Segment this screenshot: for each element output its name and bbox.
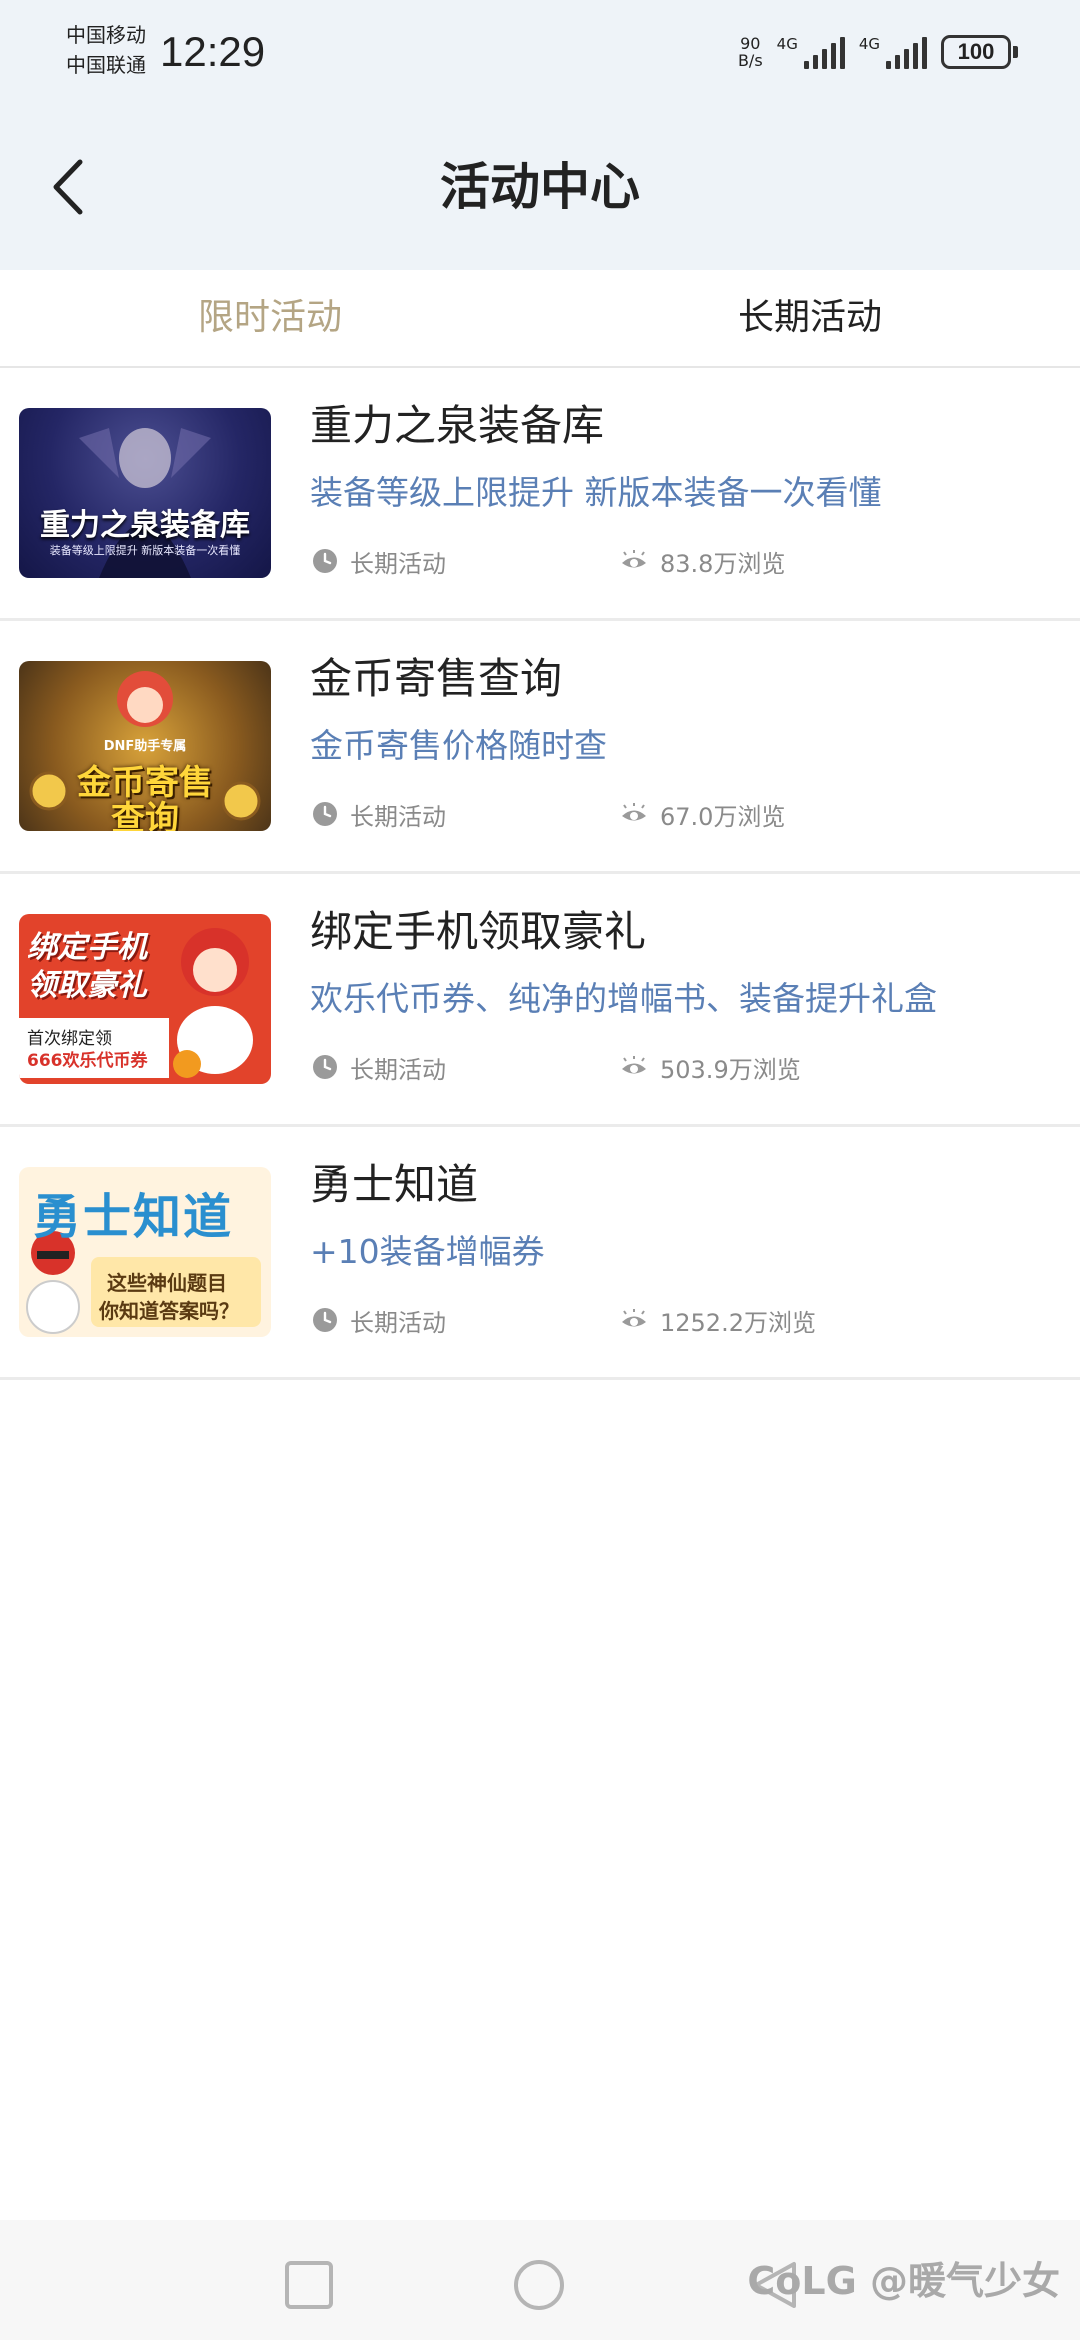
activity-views-count: 83.8万浏览 <box>660 549 786 578</box>
clock: 12:29 <box>160 28 266 75</box>
activity-list: 重力之泉装备库 装备等级上限提升 新版本装备一次看懂 重力之泉装备库 装备等级上… <box>0 368 1080 1380</box>
eye-icon <box>622 1056 646 1074</box>
header: 活动中心 <box>0 104 1080 270</box>
battery-icon: 100 <box>941 35 1018 69</box>
net-speed-value: 90 <box>740 34 761 53</box>
thumb-note-2: 你知道答案吗？ <box>99 1299 239 1323</box>
activity-description: 装备等级上限提升 新版本装备一次看懂 <box>310 473 882 512</box>
thumb-subtitle: 装备等级上限提升 新版本装备一次看懂 <box>49 544 241 557</box>
activity-views: 67.0万浏览 <box>620 799 786 831</box>
activity-item[interactable]: 重力之泉装备库 装备等级上限提升 新版本装备一次看懂 重力之泉装备库 装备等级上… <box>0 368 1080 621</box>
eye-icon <box>622 803 646 821</box>
activity-type: 长期活动 <box>312 1305 446 1337</box>
activity-thumbnail: DNF助手专属 金币寄售 查询 <box>19 661 271 831</box>
activity-type-label: 长期活动 <box>350 549 446 578</box>
activity-views-count: 67.0万浏览 <box>660 802 786 831</box>
activity-type: 长期活动 <box>312 546 446 578</box>
eye-icon <box>622 550 646 568</box>
carrier-labels: 中国移动 中国联通 <box>66 20 146 80</box>
tab-limited-time[interactable]: 限时活动 <box>0 270 540 366</box>
activity-views-count: 503.9万浏览 <box>660 1055 801 1084</box>
carrier-1: 中国移动 <box>66 23 146 47</box>
watermark: CoLG @暖气少女 <box>747 2259 1060 2303</box>
signal-2-icon: 4G <box>859 35 927 69</box>
circle-icon <box>514 2260 564 2310</box>
thumb-note: 这些神仙题目 <box>107 1271 227 1295</box>
home-button[interactable] <box>512 2258 566 2312</box>
thumb-badge: DNF助手专属 <box>103 739 187 754</box>
thumb-title-2: 领取豪礼 <box>27 968 147 1003</box>
signal-2-label: 4G <box>858 35 880 53</box>
activity-description: 金币寄售价格随时查 <box>310 726 607 765</box>
net-speed-unit: B/s <box>737 51 763 70</box>
activity-thumbnail: 绑定手机 领取豪礼 首次绑定领 666欢乐代币券 <box>19 914 271 1084</box>
activity-item[interactable]: 勇士知道 这些神仙题目 你知道答案吗？ 勇士知道 +10装备增幅券 长期活动 1… <box>0 1127 1080 1380</box>
status-icons: 90 B/s 4G 4G 100 <box>738 30 1018 74</box>
activity-type: 长期活动 <box>312 799 446 831</box>
activity-type-label: 长期活动 <box>350 1055 446 1084</box>
clock-icon <box>313 549 337 573</box>
signal-1-label: 4G <box>776 35 798 53</box>
activity-item[interactable]: 绑定手机 领取豪礼 首次绑定领 666欢乐代币券 绑定手机领取豪礼 欢乐代币券、… <box>0 874 1080 1127</box>
status-bar: 中国移动 中国联通 12:29 90 B/s 4G 4G 100 <box>0 0 1080 104</box>
thumb-title: 勇士知道 <box>33 1189 234 1245</box>
activity-views: 503.9万浏览 <box>620 1052 801 1084</box>
activity-title: 绑定手机领取豪礼 <box>310 907 647 956</box>
activity-description: 欢乐代币券、纯净的增幅书、装备提升礼盒 <box>310 979 937 1018</box>
net-speed: 90 B/s <box>738 35 763 69</box>
activity-type-label: 长期活动 <box>350 1308 446 1337</box>
thumb-subtitle: 查询 <box>111 799 179 831</box>
activity-type-label: 长期活动 <box>350 802 446 831</box>
clock-icon <box>313 802 337 826</box>
tab-bar: 限时活动 长期活动 <box>0 270 1080 368</box>
clock-icon <box>313 1055 337 1079</box>
eye-icon <box>622 1309 646 1327</box>
activity-views: 83.8万浏览 <box>620 546 786 578</box>
activity-type: 长期活动 <box>312 1052 446 1084</box>
clock-icon <box>313 1308 337 1332</box>
carrier-2: 中国联通 <box>66 53 146 77</box>
page-title: 活动中心 <box>440 158 640 216</box>
activity-description: +10装备增幅券 <box>310 1232 545 1271</box>
activity-thumbnail: 勇士知道 这些神仙题目 你知道答案吗？ <box>19 1167 271 1337</box>
signal-1-icon: 4G <box>777 35 845 69</box>
activity-title: 勇士知道 <box>310 1160 479 1209</box>
activity-title: 金币寄售查询 <box>310 654 563 703</box>
battery-level: 100 <box>941 35 1011 69</box>
top-area: 中国移动 中国联通 12:29 90 B/s 4G 4G 100 活动中心 <box>0 0 1080 270</box>
activity-thumbnail: 重力之泉装备库 装备等级上限提升 新版本装备一次看懂 <box>19 408 271 578</box>
recent-apps-button[interactable] <box>284 2260 334 2310</box>
activity-item[interactable]: DNF助手专属 金币寄售 查询 金币寄售查询 金币寄售价格随时查 长期活动 67… <box>0 621 1080 874</box>
square-icon <box>285 2261 333 2309</box>
thumb-note-2: 666欢乐代币券 <box>27 1051 148 1071</box>
tab-long-term[interactable]: 长期活动 <box>540 270 1080 366</box>
app-root: 中国移动 中国联通 12:29 90 B/s 4G 4G 100 活动中心 限时… <box>0 0 1080 2340</box>
thumb-title: 重力之泉装备库 <box>40 508 250 543</box>
activity-views: 1252.2万浏览 <box>620 1305 816 1337</box>
activity-views-count: 1252.2万浏览 <box>660 1308 816 1337</box>
activity-title: 重力之泉装备库 <box>310 401 605 450</box>
